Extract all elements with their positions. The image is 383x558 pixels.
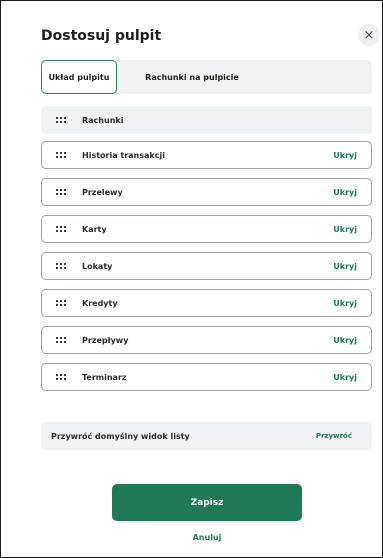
drag-handle-icon[interactable] — [56, 189, 66, 195]
hide-button[interactable]: Ukryj — [333, 262, 357, 271]
drag-handle-icon — [56, 117, 66, 123]
drag-handle-icon[interactable] — [56, 337, 66, 343]
drag-handle-icon[interactable] — [56, 263, 66, 269]
list-item-label: Przepływy — [82, 335, 129, 345]
tab-dashboard-layout[interactable]: Układ pulpitu — [41, 60, 117, 94]
list-item-label: Historia transakcji — [82, 150, 165, 160]
close-button[interactable]: × — [358, 24, 380, 46]
cancel-link[interactable]: Anuluj — [182, 533, 232, 542]
hide-button[interactable]: Ukryj — [333, 299, 357, 308]
list-item[interactable]: Przepływy Ukryj — [41, 326, 372, 354]
tab-bar: Układ pulpitu Rachunki na pulpicie — [41, 60, 372, 94]
restore-button[interactable]: Przywróć — [316, 432, 352, 440]
drag-handle-icon[interactable] — [56, 226, 66, 232]
list-item-label: Lokaty — [82, 261, 113, 271]
restore-default-bar: Przywróć domyślny widok listy Przywróć — [41, 422, 372, 450]
restore-label: Przywróć domyślny widok listy — [51, 431, 190, 441]
list-item[interactable]: Karty Ukryj — [41, 215, 372, 243]
hide-button[interactable]: Ukryj — [333, 225, 357, 234]
list-item[interactable]: Przelewy Ukryj — [41, 178, 372, 206]
list-item[interactable]: Lokaty Ukryj — [41, 252, 372, 280]
fixed-list-item: Rachunki — [41, 106, 372, 134]
list-item[interactable]: Historia transakcji Ukryj — [41, 141, 372, 169]
list-item-label: Rachunki — [82, 115, 124, 125]
save-button[interactable]: Zapisz — [112, 484, 302, 521]
list-item-label: Terminarz — [82, 372, 127, 382]
customize-dashboard-dialog: Dostosuj pulpit × Układ pulpitu Rachunki… — [0, 0, 383, 558]
tab-dashboard-accounts[interactable]: Rachunki na pulpicie — [137, 60, 247, 94]
list-item-label: Kredyty — [82, 298, 118, 308]
list-item-label: Karty — [82, 224, 107, 234]
hide-button[interactable]: Ukryj — [333, 373, 357, 382]
list-item[interactable]: Kredyty Ukryj — [41, 289, 372, 317]
hide-button[interactable]: Ukryj — [333, 188, 357, 197]
drag-handle-icon[interactable] — [56, 152, 66, 158]
drag-handle-icon[interactable] — [56, 300, 66, 306]
dialog-title: Dostosuj pulpit — [41, 28, 162, 44]
list-item-label: Przelewy — [82, 187, 123, 197]
close-icon: × — [363, 27, 375, 43]
hide-button[interactable]: Ukryj — [333, 151, 357, 160]
hide-button[interactable]: Ukryj — [333, 336, 357, 345]
list-item[interactable]: Terminarz Ukryj — [41, 363, 372, 391]
drag-handle-icon[interactable] — [56, 374, 66, 380]
